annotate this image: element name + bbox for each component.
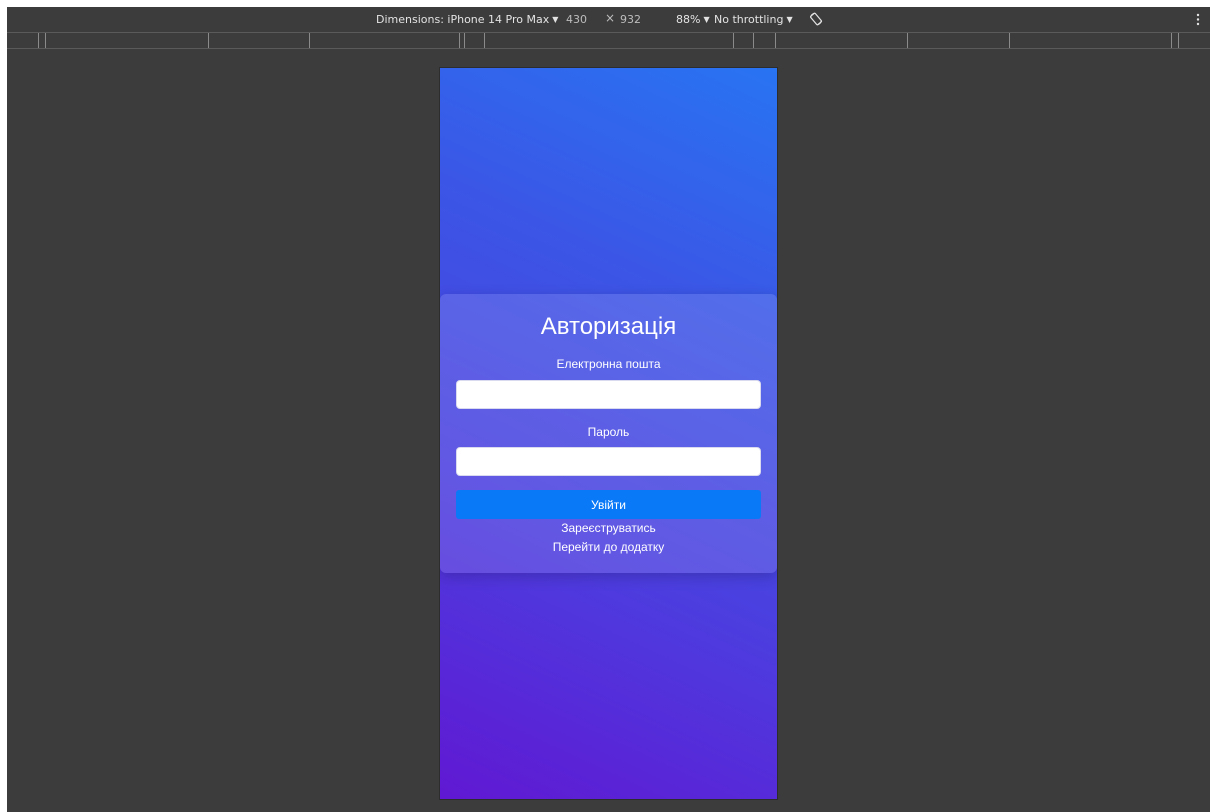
more-vert-icon[interactable] xyxy=(1196,13,1200,26)
login-button[interactable]: Увійти xyxy=(456,490,761,519)
go-to-app-link[interactable]: Перейти до додатку xyxy=(440,540,777,554)
caret-down-icon: ▼ xyxy=(786,15,793,24)
ruler-tick xyxy=(484,33,485,48)
caret-down-icon: ▼ xyxy=(703,15,710,24)
throttling-dropdown[interactable]: No throttling ▼ xyxy=(714,13,793,26)
ruler-tick xyxy=(775,33,776,48)
device-dimensions-dropdown[interactable]: Dimensions: iPhone 14 Pro Max ▼ xyxy=(376,13,558,26)
zoom-label: 88% xyxy=(676,13,701,26)
caret-down-icon: ▼ xyxy=(552,15,559,24)
ruler-tick xyxy=(45,33,46,48)
ruler-tick xyxy=(309,33,310,48)
ruler-tick xyxy=(733,33,734,48)
ruler-tick xyxy=(1178,33,1179,48)
page-title: Авторизація xyxy=(540,313,677,340)
email-field[interactable] xyxy=(456,380,761,409)
register-link[interactable]: Зареєструватись xyxy=(440,521,777,535)
devtools-panel: Dimensions: iPhone 14 Pro Max ▼ 430 × 932… xyxy=(7,7,1210,812)
device-height-input[interactable]: 932 xyxy=(620,13,641,26)
login-card: Авторизація Електронна пошта Пароль Увій… xyxy=(440,294,777,573)
dimension-times-icon: × xyxy=(605,11,616,25)
password-label: Пароль xyxy=(587,425,630,439)
ruler-tick xyxy=(208,33,209,48)
email-label: Електронна пошта xyxy=(556,357,661,371)
device-dimensions-label: Dimensions: iPhone 14 Pro Max xyxy=(376,13,550,26)
ruler-tick xyxy=(753,33,754,48)
ruler-tick xyxy=(1171,33,1172,48)
ruler-tick xyxy=(38,33,39,48)
ruler-tick xyxy=(1009,33,1010,48)
ruler-tick xyxy=(459,33,460,48)
rotate-icon[interactable] xyxy=(808,11,824,27)
ruler-tick xyxy=(907,33,908,48)
device-toolbar: Dimensions: iPhone 14 Pro Max ▼ 430 × 932… xyxy=(7,7,1210,32)
password-field[interactable] xyxy=(456,447,761,476)
throttling-label: No throttling xyxy=(714,13,784,26)
media-query-ruler xyxy=(7,32,1210,49)
zoom-dropdown[interactable]: 88% ▼ xyxy=(676,13,710,26)
ruler-tick xyxy=(464,33,465,48)
device-width-input[interactable]: 430 xyxy=(566,13,587,26)
device-viewport: Авторизація Електронна пошта Пароль Увій… xyxy=(440,68,777,799)
